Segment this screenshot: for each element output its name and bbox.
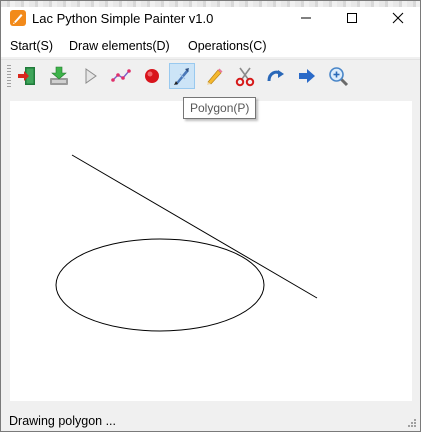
cut-button[interactable]	[232, 63, 258, 89]
polygon-tooltip: Polygon(P)	[183, 97, 257, 119]
menu-bar: Start(S) Draw elements(D) Operations(C)	[1, 35, 420, 57]
pencil-button[interactable]	[201, 63, 227, 89]
polyline-icon	[111, 69, 131, 82]
menu-operations[interactable]: Operations(C)	[188, 39, 267, 53]
toolbar-grip[interactable]	[7, 65, 11, 87]
drawn-line	[71, 154, 318, 299]
zoom-button[interactable]	[325, 63, 351, 89]
circle-button[interactable]	[139, 63, 165, 89]
app-logo-icon	[10, 10, 26, 26]
close-icon	[392, 12, 404, 24]
maximize-icon	[347, 13, 357, 23]
exit-button[interactable]	[14, 63, 40, 89]
circle-icon	[145, 69, 159, 83]
save-button[interactable]	[46, 63, 72, 89]
pencil-icon	[207, 68, 223, 85]
status-text: Drawing polygon ...	[9, 414, 117, 428]
play-button[interactable]	[77, 63, 103, 89]
save-icon	[50, 66, 68, 85]
canvas-drawing	[55, 154, 318, 332]
polygon-icon	[174, 68, 189, 85]
resize-grip-icon[interactable]	[405, 418, 417, 430]
play-icon	[85, 68, 97, 84]
maximize-button[interactable]	[329, 1, 375, 35]
toolbar	[1, 59, 420, 92]
polyline-button[interactable]	[108, 63, 134, 89]
rotate-icon	[267, 70, 284, 82]
drawing-canvas[interactable]	[10, 101, 412, 401]
title-bar: Lac Python Simple Painter v1.0	[1, 1, 420, 35]
minimize-button[interactable]	[283, 1, 329, 35]
exit-icon	[18, 67, 35, 85]
menu-draw-elements[interactable]: Draw elements(D)	[69, 39, 170, 53]
zoom-icon	[329, 67, 349, 87]
app-window: Lac Python Simple Painter v1.0 Start(S) …	[0, 0, 421, 432]
close-button[interactable]	[375, 1, 420, 35]
rotate-button[interactable]	[263, 63, 289, 89]
minimize-icon	[301, 17, 311, 19]
menu-start[interactable]: Start(S)	[10, 39, 53, 53]
drawn-ellipse	[55, 238, 265, 332]
window-title: Lac Python Simple Painter v1.0	[32, 11, 214, 26]
forward-button[interactable]	[294, 63, 320, 89]
arrow-right-icon	[299, 69, 315, 83]
polygon-button[interactable]	[169, 63, 195, 89]
status-bar: Drawing polygon ...	[1, 410, 420, 431]
scissors-icon	[235, 67, 255, 87]
